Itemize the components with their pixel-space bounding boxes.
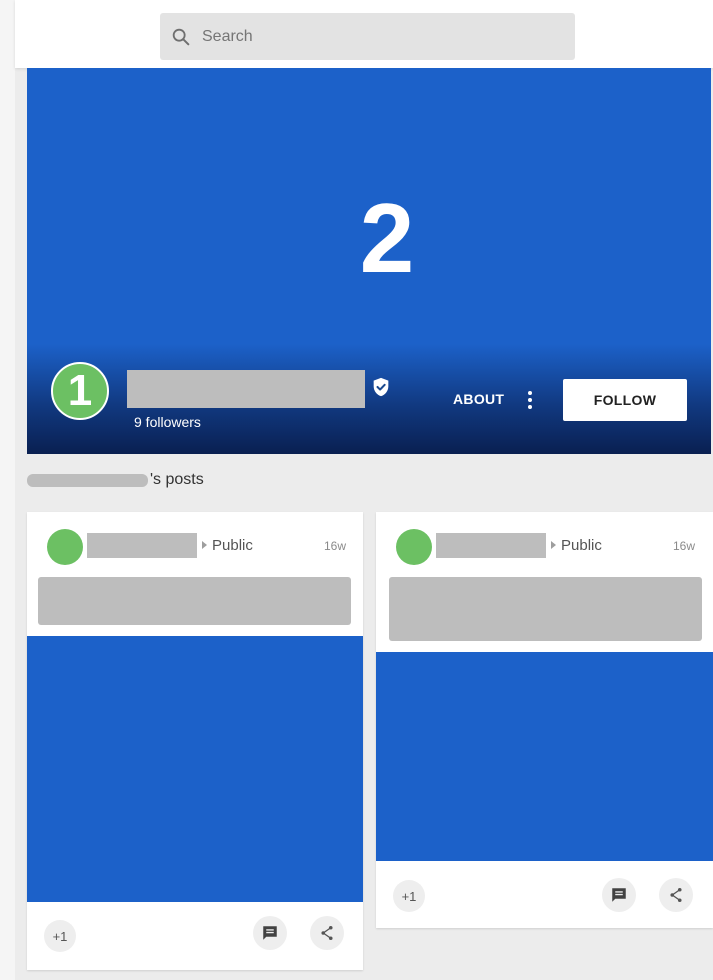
profile-name-redacted <box>127 370 365 408</box>
plus-one-button[interactable]: +1 <box>393 880 425 912</box>
profile-cover: 2 1 9 followers ABOUT FOLLOW <box>27 68 711 454</box>
search-input[interactable] <box>200 26 534 47</box>
follow-button[interactable]: FOLLOW <box>563 379 687 421</box>
search-icon <box>172 28 190 45</box>
more-vert-icon[interactable] <box>524 389 536 411</box>
post-author-avatar[interactable] <box>396 529 432 565</box>
post-author-redacted[interactable] <box>87 533 197 558</box>
post-timestamp[interactable]: 16w <box>324 539 346 553</box>
followers-count: 9 followers <box>134 414 201 430</box>
share-icon <box>321 925 333 941</box>
comment-icon <box>263 926 277 940</box>
post-author-redacted[interactable] <box>436 533 546 558</box>
share-button[interactable] <box>310 916 344 950</box>
share-button[interactable] <box>659 878 693 912</box>
post-timestamp[interactable]: 16w <box>673 539 695 553</box>
post-visibility: Public <box>561 537 602 554</box>
left-edge <box>0 0 15 980</box>
post-visibility: Public <box>212 537 253 554</box>
posts-heading: 's posts <box>27 470 204 490</box>
cover-number-label: 2 <box>359 183 415 293</box>
top-bar <box>15 0 713 68</box>
comment-button[interactable] <box>602 878 636 912</box>
about-button[interactable]: ABOUT <box>453 391 504 407</box>
share-icon <box>670 887 682 903</box>
post-image[interactable] <box>376 652 713 861</box>
verified-icon <box>373 377 389 397</box>
post-card[interactable]: Public 16w +1 <box>376 512 713 928</box>
post-image[interactable] <box>27 636 363 902</box>
plus-one-button[interactable]: +1 <box>44 920 76 952</box>
posts-heading-label: 's posts <box>150 471 204 488</box>
comment-button[interactable] <box>253 916 287 950</box>
posts-owner-redacted <box>27 473 148 487</box>
post-text-redacted <box>389 577 702 641</box>
search-box[interactable] <box>160 13 575 60</box>
profile-avatar[interactable]: 1 <box>51 362 109 420</box>
comment-icon <box>612 888 626 902</box>
post-card[interactable]: Public 16w +1 <box>27 512 363 970</box>
caret-right-icon <box>551 541 556 549</box>
caret-right-icon <box>202 541 207 549</box>
post-text-redacted <box>38 577 351 625</box>
post-author-avatar[interactable] <box>47 529 83 565</box>
